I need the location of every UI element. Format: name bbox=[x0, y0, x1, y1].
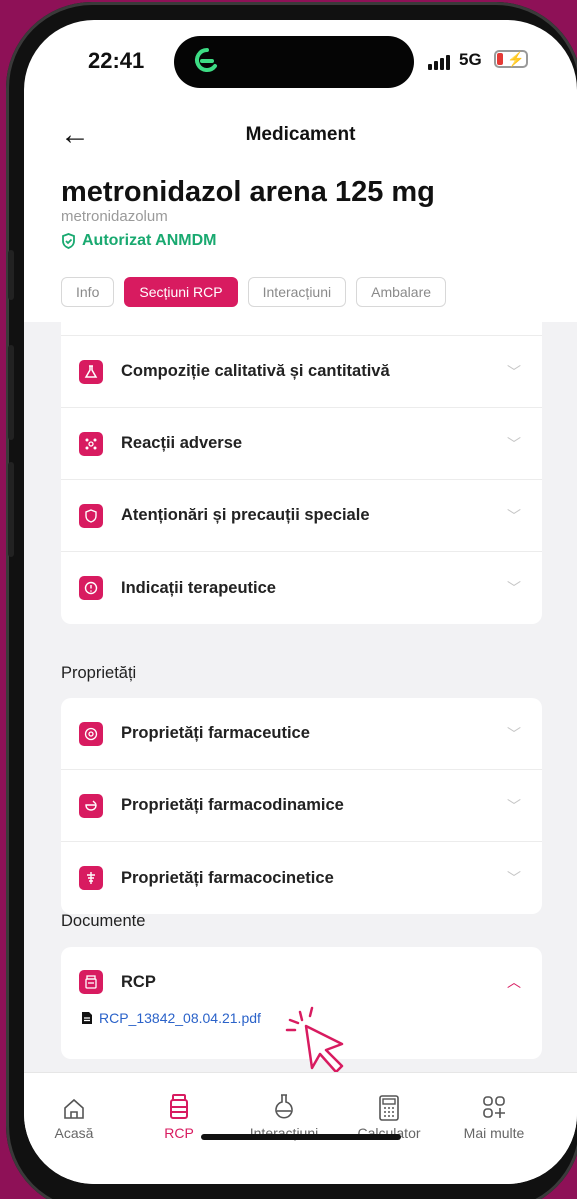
shield-check-icon bbox=[62, 233, 75, 249]
property-label: Proprietăți farmacodinamice bbox=[121, 796, 344, 814]
chevron-down-icon[interactable]: ﹀ bbox=[504, 434, 524, 454]
nav-acasa[interactable]: Acasă bbox=[24, 1089, 129, 1141]
tab-bar: Info Secțiuni RCP Interacțiuni Ambalare bbox=[61, 277, 447, 307]
tab-interactiuni[interactable]: Interacțiuni bbox=[247, 277, 347, 307]
chevron-down-icon[interactable]: ﹀ bbox=[504, 578, 524, 598]
tab-info[interactable]: Info bbox=[61, 277, 115, 307]
molecule-icon bbox=[79, 431, 103, 456]
chevron-down-icon[interactable]: ﹀ bbox=[504, 724, 524, 744]
home-indicator[interactable] bbox=[201, 1134, 401, 1140]
status-bar: 22:41 5G ⚡ bbox=[24, 20, 577, 90]
tab-ambalare[interactable]: Ambalare bbox=[356, 277, 447, 307]
content-scroll-area[interactable]: Compoziție calitativă și cantitativă ﹀ R… bbox=[24, 322, 577, 1072]
phone-side-button bbox=[8, 345, 14, 440]
calculator-icon bbox=[379, 1095, 399, 1121]
phone-side-button bbox=[8, 462, 14, 557]
properties-card: Proprietăți farmaceutice ﹀ Proprietăți f… bbox=[61, 698, 542, 914]
pointer-cursor-icon bbox=[285, 1006, 344, 1072]
phone-side-button bbox=[8, 250, 14, 300]
pill-bottle-icon bbox=[170, 1094, 188, 1119]
dynamic-island bbox=[174, 36, 414, 88]
property-row-farmaceutice[interactable]: Proprietăți farmaceutice ﹀ bbox=[61, 698, 542, 770]
tab-sectiuni-rcp[interactable]: Secțiuni RCP bbox=[124, 277, 238, 307]
authorization-label: Autorizat ANMDM bbox=[82, 232, 217, 249]
document-label: RCP bbox=[121, 972, 156, 991]
nav-mai-multe[interactable]: Mai multe bbox=[439, 1089, 549, 1141]
status-time: 22:41 bbox=[88, 48, 145, 73]
product-name: metronidazol arena 125 mg bbox=[61, 176, 435, 208]
info-circle-icon bbox=[79, 576, 103, 600]
home-icon bbox=[64, 1098, 84, 1119]
target-icon bbox=[79, 721, 103, 746]
section-label: Indicații terapeutice bbox=[121, 578, 276, 597]
section-row-atentionari[interactable]: Atenționări și precauții speciale ﹀ bbox=[61, 480, 542, 552]
property-row-farmacodinamice[interactable]: Proprietăți farmacodinamice ﹀ bbox=[61, 770, 542, 842]
battery-icon: ⚡ bbox=[494, 50, 528, 68]
flask-icon bbox=[275, 1094, 293, 1119]
product-substance: metronidazolum bbox=[61, 208, 168, 225]
file-icon bbox=[82, 1012, 92, 1024]
rcp-sections-card: Compoziție calitativă și cantitativă ﹀ R… bbox=[61, 322, 542, 624]
chevron-down-icon[interactable]: ﹀ bbox=[504, 362, 524, 382]
grid-plus-icon bbox=[483, 1096, 505, 1118]
chevron-down-icon[interactable]: ﹀ bbox=[504, 868, 524, 888]
property-label: Proprietăți farmacocinetice bbox=[121, 868, 334, 887]
chevron-up-icon[interactable]: ︿ bbox=[504, 972, 524, 992]
pdf-file-link[interactable]: RCP_13842_08.04.21.pdf bbox=[81, 1010, 261, 1026]
section-label: Compoziție calitativă și cantitativă bbox=[121, 362, 390, 380]
chevron-down-icon[interactable]: ﹀ bbox=[504, 796, 524, 816]
section-row-compozitie[interactable]: Compoziție calitativă și cantitativă ﹀ bbox=[61, 336, 542, 408]
documents-heading: Documente bbox=[61, 912, 146, 930]
property-label: Proprietăți farmaceutice bbox=[121, 724, 310, 742]
flask-icon bbox=[79, 359, 103, 384]
authorization-badge: Autorizat ANMDM bbox=[61, 232, 217, 250]
section-label: Atenționări și precauții speciale bbox=[121, 506, 370, 524]
phone-screen: 22:41 5G ⚡ ← Medicament metronidazol are… bbox=[24, 20, 577, 1184]
properties-heading: Proprietăți bbox=[61, 664, 137, 682]
top-header: ← Medicament bbox=[24, 120, 577, 154]
property-row-farmacocinetice[interactable]: Proprietăți farmacocinetice ﹀ bbox=[61, 842, 542, 914]
bottom-nav: Acasă RCP Interacțiuni Calculator Mai mu… bbox=[24, 1072, 577, 1184]
signal-icon bbox=[428, 52, 452, 70]
app-logo-icon bbox=[195, 48, 217, 72]
page-title: Medicament bbox=[245, 124, 356, 145]
mortar-icon bbox=[79, 793, 103, 818]
section-row-indicatii[interactable]: Indicații terapeutice ﹀ bbox=[61, 552, 542, 624]
pill-bottle-icon bbox=[79, 970, 103, 994]
chevron-down-icon[interactable]: ﹀ bbox=[504, 506, 524, 526]
pdf-file-name: RCP_13842_08.04.21.pdf bbox=[99, 1010, 261, 1026]
nav-label: Mai multe bbox=[463, 1125, 525, 1141]
section-label: Reacții adverse bbox=[121, 434, 243, 452]
caduceus-icon bbox=[79, 866, 103, 890]
network-label: 5G bbox=[459, 50, 482, 69]
shield-icon bbox=[79, 503, 103, 528]
section-row-reactii[interactable]: Reacții adverse ﹀ bbox=[61, 408, 542, 480]
nav-label: Acasă bbox=[54, 1125, 94, 1141]
